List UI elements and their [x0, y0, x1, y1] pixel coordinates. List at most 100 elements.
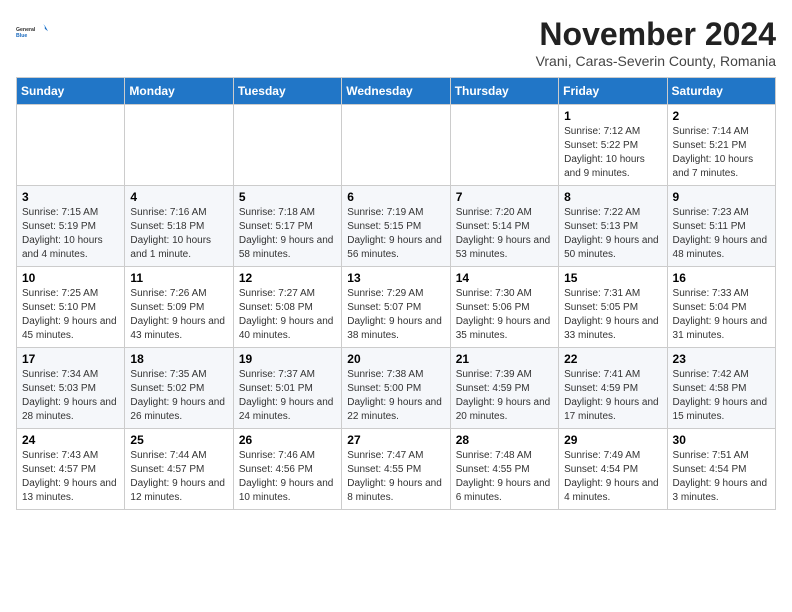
calendar-cell	[17, 105, 125, 186]
day-info: Sunrise: 7:31 AM Sunset: 5:05 PM Dayligh…	[564, 287, 661, 343]
day-number: 1	[564, 109, 661, 123]
day-number: 8	[564, 190, 661, 204]
calendar-week-row: 17 Sunrise: 7:34 AM Sunset: 5:03 PM Dayli…	[17, 348, 776, 429]
day-info: Sunrise: 7:19 AM Sunset: 5:15 PM Dayligh…	[347, 206, 444, 262]
day-number: 25	[130, 433, 227, 447]
day-number: 10	[22, 271, 119, 285]
svg-text:Blue: Blue	[16, 33, 27, 39]
day-info: Sunrise: 7:33 AM Sunset: 5:04 PM Dayligh…	[673, 287, 770, 343]
day-info: Sunrise: 7:22 AM Sunset: 5:13 PM Dayligh…	[564, 206, 661, 262]
calendar-cell	[125, 105, 233, 186]
calendar-day-header: Saturday	[667, 78, 775, 105]
day-number: 17	[22, 352, 119, 366]
day-number: 9	[673, 190, 770, 204]
calendar-cell: 18Sunrise: 7:35 AM Sunset: 5:02 PM Dayli…	[125, 348, 233, 429]
day-info: Sunrise: 7:20 AM Sunset: 5:14 PM Dayligh…	[456, 206, 553, 262]
calendar-cell: 4 Sunrise: 7:16 AM Sunset: 5:18 PM Daylig…	[125, 186, 233, 267]
day-number: 29	[564, 433, 661, 447]
calendar-cell: 10 Sunrise: 7:25 AM Sunset: 5:10 PM Dayli…	[17, 267, 125, 348]
calendar-cell: 14Sunrise: 7:30 AM Sunset: 5:06 PM Dayli…	[450, 267, 558, 348]
day-info: Sunrise: 7:18 AM Sunset: 5:17 PM Dayligh…	[239, 206, 336, 262]
calendar-cell: 12 Sunrise: 7:27 AM Sunset: 5:08 PM Dayli…	[233, 267, 341, 348]
month-title: November 2024	[536, 16, 776, 53]
day-number: 19	[239, 352, 336, 366]
day-info: Sunrise: 7:12 AM Sunset: 5:22 PM Dayligh…	[564, 125, 661, 181]
title-area: November 2024 Vrani, Caras-Severin Count…	[536, 16, 776, 69]
day-info: Sunrise: 7:44 AM Sunset: 4:57 PM Dayligh…	[130, 449, 227, 505]
calendar-cell: 3 Sunrise: 7:15 AM Sunset: 5:19 PM Daylig…	[17, 186, 125, 267]
calendar-week-row: 10 Sunrise: 7:25 AM Sunset: 5:10 PM Dayli…	[17, 267, 776, 348]
day-info: Sunrise: 7:16 AM Sunset: 5:18 PM Dayligh…	[130, 206, 227, 262]
calendar-cell: 6 Sunrise: 7:19 AM Sunset: 5:15 PM Daylig…	[342, 186, 450, 267]
day-number: 16	[673, 271, 770, 285]
day-number: 12	[239, 271, 336, 285]
day-number: 4	[130, 190, 227, 204]
calendar-cell: 11Sunrise: 7:26 AM Sunset: 5:09 PM Dayli…	[125, 267, 233, 348]
page-header: General Blue November 2024 Vrani, Caras-…	[16, 16, 776, 69]
day-info: Sunrise: 7:38 AM Sunset: 5:00 PM Dayligh…	[347, 368, 444, 424]
day-number: 3	[22, 190, 119, 204]
day-info: Sunrise: 7:47 AM Sunset: 4:55 PM Dayligh…	[347, 449, 444, 505]
calendar-cell: 5 Sunrise: 7:18 AM Sunset: 5:17 PM Daylig…	[233, 186, 341, 267]
calendar-cell: 24Sunrise: 7:43 AM Sunset: 4:57 PM Dayli…	[17, 429, 125, 510]
calendar-day-header: Thursday	[450, 78, 558, 105]
calendar-cell: 22 Sunrise: 7:41 AM Sunset: 4:59 PM Dayli…	[559, 348, 667, 429]
calendar-cell: 15 Sunrise: 7:31 AM Sunset: 5:05 PM Dayli…	[559, 267, 667, 348]
day-info: Sunrise: 7:39 AM Sunset: 4:59 PM Dayligh…	[456, 368, 553, 424]
location-subtitle: Vrani, Caras-Severin County, Romania	[536, 53, 776, 69]
day-info: Sunrise: 7:35 AM Sunset: 5:02 PM Dayligh…	[130, 368, 227, 424]
day-info: Sunrise: 7:41 AM Sunset: 4:59 PM Dayligh…	[564, 368, 661, 424]
calendar-cell	[233, 105, 341, 186]
calendar-cell: 13 Sunrise: 7:29 AM Sunset: 5:07 PM Dayli…	[342, 267, 450, 348]
day-number: 22	[564, 352, 661, 366]
day-number: 5	[239, 190, 336, 204]
day-info: Sunrise: 7:49 AM Sunset: 4:54 PM Dayligh…	[564, 449, 661, 505]
calendar-cell: 25 Sunrise: 7:44 AM Sunset: 4:57 PM Dayli…	[125, 429, 233, 510]
day-info: Sunrise: 7:15 AM Sunset: 5:19 PM Dayligh…	[22, 206, 119, 262]
day-info: Sunrise: 7:27 AM Sunset: 5:08 PM Dayligh…	[239, 287, 336, 343]
svg-text:General: General	[16, 27, 36, 33]
calendar-week-row: 1 Sunrise: 7:12 AM Sunset: 5:22 PM Daylig…	[17, 105, 776, 186]
calendar-week-row: 3 Sunrise: 7:15 AM Sunset: 5:19 PM Daylig…	[17, 186, 776, 267]
calendar-cell: 16 Sunrise: 7:33 AM Sunset: 5:04 PM Dayli…	[667, 267, 775, 348]
calendar-day-header: Monday	[125, 78, 233, 105]
calendar-cell: 1 Sunrise: 7:12 AM Sunset: 5:22 PM Daylig…	[559, 105, 667, 186]
day-info: Sunrise: 7:29 AM Sunset: 5:07 PM Dayligh…	[347, 287, 444, 343]
calendar-cell: 29 Sunrise: 7:49 AM Sunset: 4:54 PM Dayli…	[559, 429, 667, 510]
day-number: 20	[347, 352, 444, 366]
calendar-cell: 28Sunrise: 7:48 AM Sunset: 4:55 PM Dayli…	[450, 429, 558, 510]
calendar-cell: 21Sunrise: 7:39 AM Sunset: 4:59 PM Dayli…	[450, 348, 558, 429]
calendar-cell: 8 Sunrise: 7:22 AM Sunset: 5:13 PM Daylig…	[559, 186, 667, 267]
day-info: Sunrise: 7:42 AM Sunset: 4:58 PM Dayligh…	[673, 368, 770, 424]
day-number: 14	[456, 271, 553, 285]
day-number: 30	[673, 433, 770, 447]
calendar-cell: 19 Sunrise: 7:37 AM Sunset: 5:01 PM Dayli…	[233, 348, 341, 429]
day-number: 11	[130, 271, 227, 285]
day-info: Sunrise: 7:23 AM Sunset: 5:11 PM Dayligh…	[673, 206, 770, 262]
day-number: 6	[347, 190, 444, 204]
day-number: 2	[673, 109, 770, 123]
calendar-cell: 30Sunrise: 7:51 AM Sunset: 4:54 PM Dayli…	[667, 429, 775, 510]
calendar-week-row: 24Sunrise: 7:43 AM Sunset: 4:57 PM Dayli…	[17, 429, 776, 510]
calendar-cell: 23 Sunrise: 7:42 AM Sunset: 4:58 PM Dayli…	[667, 348, 775, 429]
day-number: 23	[673, 352, 770, 366]
calendar-cell	[342, 105, 450, 186]
day-info: Sunrise: 7:14 AM Sunset: 5:21 PM Dayligh…	[673, 125, 770, 181]
calendar-day-header: Tuesday	[233, 78, 341, 105]
day-number: 13	[347, 271, 444, 285]
day-number: 28	[456, 433, 553, 447]
day-number: 15	[564, 271, 661, 285]
logo-icon: General Blue	[16, 16, 48, 48]
calendar-cell: 26Sunrise: 7:46 AM Sunset: 4:56 PM Dayli…	[233, 429, 341, 510]
calendar-cell: 9 Sunrise: 7:23 AM Sunset: 5:11 PM Daylig…	[667, 186, 775, 267]
logo: General Blue	[16, 16, 52, 48]
calendar-day-header: Sunday	[17, 78, 125, 105]
day-info: Sunrise: 7:25 AM Sunset: 5:10 PM Dayligh…	[22, 287, 119, 343]
day-info: Sunrise: 7:34 AM Sunset: 5:03 PM Dayligh…	[22, 368, 119, 424]
calendar-header-row: SundayMondayTuesdayWednesdayThursdayFrid…	[17, 78, 776, 105]
day-info: Sunrise: 7:37 AM Sunset: 5:01 PM Dayligh…	[239, 368, 336, 424]
calendar-table: SundayMondayTuesdayWednesdayThursdayFrid…	[16, 77, 776, 510]
calendar-cell	[450, 105, 558, 186]
day-info: Sunrise: 7:46 AM Sunset: 4:56 PM Dayligh…	[239, 449, 336, 505]
calendar-cell: 27Sunrise: 7:47 AM Sunset: 4:55 PM Dayli…	[342, 429, 450, 510]
